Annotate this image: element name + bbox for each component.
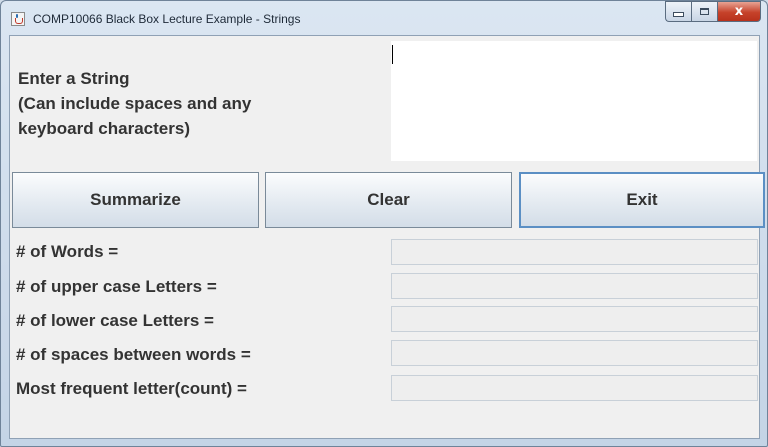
uppercase-field[interactable] <box>391 273 758 299</box>
words-label: # of Words = <box>16 242 119 261</box>
window-title: COMP10066 Black Box Lecture Example - St… <box>33 12 301 26</box>
words-field[interactable] <box>391 239 758 265</box>
lowercase-field[interactable] <box>391 306 758 332</box>
spaces-field[interactable] <box>391 340 758 366</box>
frequent-letter-field[interactable] <box>391 375 758 401</box>
close-icon: x <box>734 4 744 19</box>
content-panel: Enter a String (Can include spaces and a… <box>9 35 765 439</box>
clear-button[interactable]: Clear <box>265 172 512 228</box>
frequent-letter-label: Most frequent letter(count) = <box>16 379 247 398</box>
spaces-label: # of spaces between words = <box>16 345 251 364</box>
exit-button[interactable]: Exit <box>519 172 765 228</box>
lowercase-label: # of lower case Letters = <box>16 311 214 330</box>
input-prompt: Enter a String (Can include spaces and a… <box>18 66 251 141</box>
summarize-button[interactable]: Summarize <box>12 172 259 228</box>
maximize-icon <box>700 8 709 15</box>
title-bar[interactable]: COMP10066 Black Box Lecture Example - St… <box>1 1 767 35</box>
minimize-button[interactable] <box>665 1 691 22</box>
uppercase-label: # of upper case Letters = <box>16 277 217 296</box>
text-caret <box>392 45 393 64</box>
prompt-line-1: Enter a String <box>18 69 130 88</box>
prompt-line-2: (Can include spaces and any <box>18 94 252 113</box>
maximize-button[interactable] <box>691 1 717 22</box>
java-app-icon[interactable] <box>11 12 25 26</box>
caption-buttons: x <box>665 1 761 22</box>
prompt-line-3: keyboard characters) <box>18 119 190 138</box>
app-window: COMP10066 Black Box Lecture Example - St… <box>0 0 768 447</box>
string-input[interactable] <box>391 41 757 161</box>
minimize-icon <box>673 12 684 17</box>
close-button[interactable]: x <box>717 1 761 22</box>
